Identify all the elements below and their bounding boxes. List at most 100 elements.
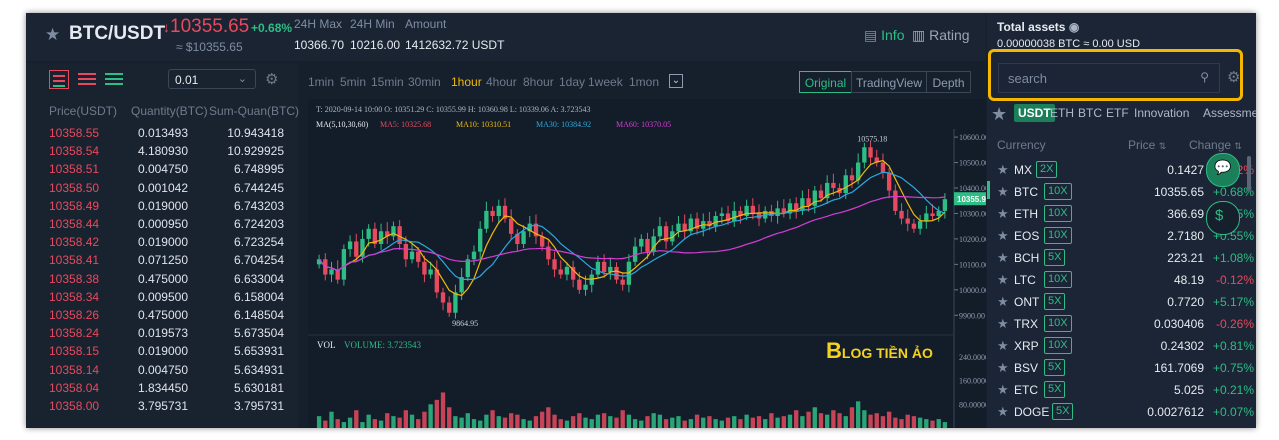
orderbook-row[interactable]: 10358.38 0.475000 6.633004 [26, 270, 298, 288]
orderbook-row[interactable]: 10358.14 0.004750 5.634931 [26, 361, 298, 379]
volume-bar [539, 411, 545, 428]
tab-btc[interactable]: BTC [1078, 106, 1102, 120]
interval-more-icon[interactable]: ⌄ [669, 74, 683, 88]
volume-bar [509, 413, 514, 428]
volume-bar [626, 414, 632, 428]
ma-legend-item: MA5: 10325.68 [380, 120, 431, 129]
orderbook-row[interactable]: 10358.42 0.019000 6.723254 [26, 233, 298, 251]
interval-1mon[interactable]: 1mon [629, 75, 659, 89]
tab-eth[interactable]: ETH [1050, 106, 1074, 120]
volume-bar [521, 419, 526, 428]
interval-15min[interactable]: 15min [371, 75, 404, 89]
favorite-star-icon[interactable]: ★ [997, 294, 1009, 310]
coin-row-xrp[interactable]: ★ XRP 10X 0.24302 +0.81% [987, 335, 1256, 357]
exchange-button[interactable]: $ [1206, 201, 1240, 235]
ma-legend: MA(5,10,30,60) MA5: 10325.68 MA10: 10310.5… [316, 120, 671, 129]
volume-bar [323, 420, 328, 428]
interval-4hour[interactable]: 4hour [486, 75, 517, 89]
orderbook-row[interactable]: 10358.54 4.180930 10.929925 [26, 142, 298, 160]
price-chart[interactable]: T: 2020-09-14 10:00 O: 10351.29 C: 10355… [308, 99, 997, 428]
candle [905, 218, 910, 224]
orderbook-row[interactable]: 10358.34 0.009500 6.158004 [26, 288, 298, 306]
volume-bar [676, 416, 681, 428]
orderbook-asks-view-icon[interactable] [78, 70, 96, 87]
orderbook-row[interactable]: 10358.41 0.071250 6.704254 [26, 251, 298, 269]
favorite-star-icon[interactable]: ★ [997, 206, 1009, 222]
orderbook-row[interactable]: 10358.00 3.795731 3.795731 [26, 397, 298, 415]
orderbook-row[interactable]: 10358.26 0.475000 6.148504 [26, 306, 298, 324]
volume-bar [608, 416, 613, 428]
y-tick-label: 10000.00 [959, 286, 986, 295]
favorite-star-icon[interactable]: ★ [997, 338, 1009, 354]
precision-value: 0.01 [175, 73, 199, 87]
leverage-badge: 10X [1044, 227, 1072, 244]
favorite-star-icon[interactable]: ★ [997, 184, 1009, 200]
precision-select[interactable]: 0.01 ⌄ [168, 69, 256, 89]
coin-row-trx[interactable]: ★ TRX 10X 0.030406 -0.26% [987, 313, 1256, 335]
tab-innovation[interactable]: Innovation [1134, 106, 1189, 120]
volume-bar [632, 419, 638, 428]
favorite-star-icon[interactable]: ★ [45, 25, 60, 45]
orderbook-row[interactable]: 10358.24 0.019573 5.673504 [26, 324, 298, 342]
favorite-star-icon[interactable]: ★ [997, 404, 1009, 420]
volume-bar [533, 416, 539, 428]
favorite-star-icon[interactable]: ★ [997, 162, 1009, 178]
interval-1day[interactable]: 1day [559, 75, 585, 89]
orderbook-row[interactable]: 10358.49 0.019000 6.743203 [26, 197, 298, 215]
tab-etf[interactable]: ETF [1106, 106, 1129, 120]
candle [378, 231, 384, 244]
orderbook-qty: 0.475000 [137, 271, 188, 286]
sort-icon[interactable]: ⇅ [1234, 141, 1242, 151]
orderbook-row[interactable]: 10358.55 0.013493 10.943418 [26, 124, 298, 142]
orderbook-bids-view-icon[interactable] [105, 70, 123, 87]
info-link[interactable]: ▤ Info [864, 27, 904, 44]
favorite-star-icon[interactable]: ★ [997, 316, 1009, 332]
mode-tradingview[interactable]: TradingView [851, 71, 927, 93]
coin-row-doge[interactable]: ★ DOGE 5X 0.0027612 +0.07% [987, 401, 1256, 423]
tab-usdt[interactable]: USDT [1014, 104, 1055, 122]
mode-original[interactable]: Original [799, 71, 852, 93]
orderbook-row[interactable]: 10358.15 0.019000 5.653931 [26, 342, 298, 360]
favorites-star-icon[interactable]: ★ [991, 104, 1007, 125]
favorite-star-icon[interactable]: ★ [997, 272, 1009, 288]
eye-icon[interactable]: ◉ [1069, 20, 1079, 34]
orderbook-price: 10358.55 [49, 126, 100, 140]
interval-1min[interactable]: 1min [308, 75, 334, 89]
chat-button[interactable]: 💬 [1206, 153, 1240, 187]
leverage-badge: 10X [1044, 271, 1072, 288]
settings-gear-icon[interactable]: ⚙ [265, 70, 278, 88]
interval-30min[interactable]: 30min [408, 75, 441, 89]
coin-row-bch[interactable]: ★ BCH 5X 223.21 +1.08% [987, 247, 1256, 269]
rating-link[interactable]: ▥ Rating [912, 27, 970, 44]
favorite-star-icon[interactable]: ★ [997, 360, 1009, 376]
orderbook-row[interactable]: 10358.51 0.004750 6.748995 [26, 160, 298, 178]
orderbook-price: 10358.49 [49, 198, 100, 213]
orderbook-row[interactable]: 10358.44 0.000950 6.724203 [26, 215, 298, 233]
volume-bar [775, 417, 780, 428]
interval-5min[interactable]: 5min [340, 75, 366, 89]
volume-bar [670, 417, 675, 428]
volume-bar [614, 417, 619, 428]
volume-bar [552, 414, 557, 428]
coin-row-bsv[interactable]: ★ BSV 5X 161.7069 +0.75% [987, 357, 1256, 379]
interval-8hour[interactable]: 8hour [523, 75, 554, 89]
stat-amount-value: 1412632.72 USDT [405, 38, 505, 52]
tab-assessment[interactable]: Assessment [1203, 106, 1256, 120]
candle [484, 210, 489, 229]
orderbook-sum: 5.634931 [233, 362, 284, 377]
interval-1hour[interactable]: 1hour [451, 75, 482, 89]
scrollbar[interactable] [1247, 156, 1251, 191]
orderbook-row[interactable]: 10358.50 0.001042 6.744245 [26, 179, 298, 197]
coin-row-ont[interactable]: ★ ONT 5X 0.7720 +5.17% [987, 291, 1256, 313]
coin-row-ltc[interactable]: ★ LTC 10X 48.19 -0.12% [987, 269, 1256, 291]
favorite-star-icon[interactable]: ★ [997, 382, 1009, 398]
coin-row-etc[interactable]: ★ ETC 5X 5.025 +0.21% [987, 379, 1256, 401]
orderbook-row[interactable]: 10358.04 1.834450 5.630181 [26, 379, 298, 397]
orderbook-both-view-icon[interactable] [49, 70, 69, 89]
sort-icon[interactable]: ⇅ [1159, 141, 1167, 151]
favorite-star-icon[interactable]: ★ [997, 250, 1009, 266]
interval-1week[interactable]: 1week [588, 75, 623, 89]
volume-bar [936, 419, 941, 428]
favorite-star-icon[interactable]: ★ [997, 228, 1009, 244]
mode-depth[interactable]: Depth [926, 71, 971, 93]
